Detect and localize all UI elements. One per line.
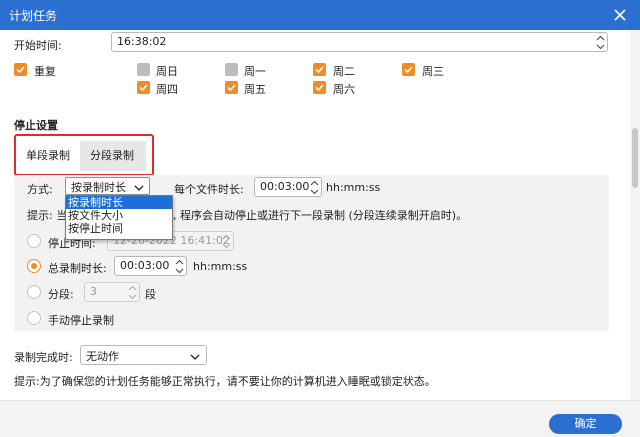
day-label-mon: 周一: [244, 65, 266, 78]
radio-total-duration[interactable]: [27, 259, 41, 273]
day-label-thu: 周四: [156, 83, 178, 96]
total-duration-input[interactable]: 00:03:00: [114, 256, 187, 276]
segments-spinner-icon[interactable]: [128, 284, 137, 301]
total-duration-spinner-icon[interactable]: [175, 258, 184, 275]
per-file-duration-label: 每个文件时长:: [174, 183, 244, 196]
total-duration-value: 00:03:00: [120, 259, 170, 272]
day-checkbox-thu[interactable]: [137, 81, 150, 94]
per-file-duration-input[interactable]: 00:03:00: [254, 177, 322, 197]
per-file-spinner-icon[interactable]: [310, 179, 319, 196]
scrollbar-thumb[interactable]: [632, 128, 638, 188]
mode-dropdown[interactable]: 按录制时长: [65, 177, 150, 195]
hint-prefix: 提示: 当: [27, 209, 68, 222]
day-label-tue: 周二: [333, 65, 355, 78]
start-time-value: 16:38:02: [117, 35, 167, 48]
radio-stop-time[interactable]: [27, 234, 41, 248]
footer-bar: 确定: [0, 400, 640, 437]
repeat-label: 重复: [34, 65, 56, 78]
day-label-wed: 周三: [422, 65, 444, 78]
hint-suffix: , 程序会自动停止或进行下一段录制 (分段连续录制开启时)。: [173, 209, 468, 222]
segments-input[interactable]: 3: [84, 282, 140, 302]
mode-dropdown-menu: 按录制时长 按文件大小 按停止时间: [65, 195, 173, 240]
mode-option-file-size[interactable]: 按文件大小: [66, 209, 172, 222]
day-label-sat: 周六: [333, 83, 355, 96]
chevron-down-icon: [134, 182, 144, 195]
stop-settings-heading: 停止设置: [14, 119, 58, 132]
day-checkbox-sun[interactable]: [137, 63, 150, 76]
day-label-fri: 周五: [244, 83, 266, 96]
mode-option-stop-time[interactable]: 按停止时间: [66, 222, 172, 235]
per-file-duration-value: 00:03:00: [260, 180, 310, 193]
after-recording-label: 录制完成时:: [14, 351, 73, 364]
title-bar: 计划任务: [0, 0, 640, 30]
day-checkbox-tue[interactable]: [313, 63, 326, 76]
tab-single-segment[interactable]: 单段录制: [16, 141, 80, 171]
start-time-input[interactable]: 16:38:02: [111, 32, 608, 52]
radio-manual-stop[interactable]: [27, 311, 41, 325]
chevron-down-icon: [190, 351, 200, 364]
per-file-duration-unit: hh:mm:ss: [326, 181, 381, 194]
total-duration-unit: hh:mm:ss: [193, 260, 248, 273]
close-icon[interactable]: [610, 5, 630, 25]
manual-stop-label: 手动停止录制: [48, 314, 114, 327]
day-checkbox-wed[interactable]: [402, 63, 415, 76]
mode-option-duration[interactable]: 按录制时长: [66, 196, 172, 209]
total-duration-label: 总录制时长:: [48, 262, 107, 275]
day-checkbox-mon[interactable]: [225, 63, 238, 76]
repeat-checkbox[interactable]: [14, 63, 27, 76]
vertical-scrollbar[interactable]: [630, 30, 640, 400]
day-checkbox-sat[interactable]: [313, 81, 326, 94]
after-recording-dropdown[interactable]: 无动作: [80, 345, 207, 365]
day-label-sun: 周日: [156, 65, 178, 78]
mode-label: 方式:: [27, 183, 53, 196]
start-time-spinner-icon[interactable]: [596, 34, 605, 51]
tab-multi-segment[interactable]: 分段录制: [80, 141, 146, 171]
ok-button[interactable]: 确定: [549, 414, 622, 434]
window-title: 计划任务: [9, 9, 58, 23]
segments-unit: 段: [145, 288, 156, 301]
day-checkbox-fri[interactable]: [225, 81, 238, 94]
stop-time-spinner-icon[interactable]: [222, 233, 231, 250]
radio-segments[interactable]: [27, 285, 41, 299]
segments-label: 分段:: [48, 288, 74, 301]
segments-value: 3: [90, 285, 97, 298]
after-recording-value: 无动作: [86, 350, 119, 363]
bottom-tip: 提示:为了确保您的计划任务能够正常执行，请不要让你的计算机进入睡眠或锁定状态。: [14, 375, 436, 388]
mode-value: 按录制时长: [71, 181, 126, 194]
start-time-label: 开始时间:: [14, 39, 62, 52]
